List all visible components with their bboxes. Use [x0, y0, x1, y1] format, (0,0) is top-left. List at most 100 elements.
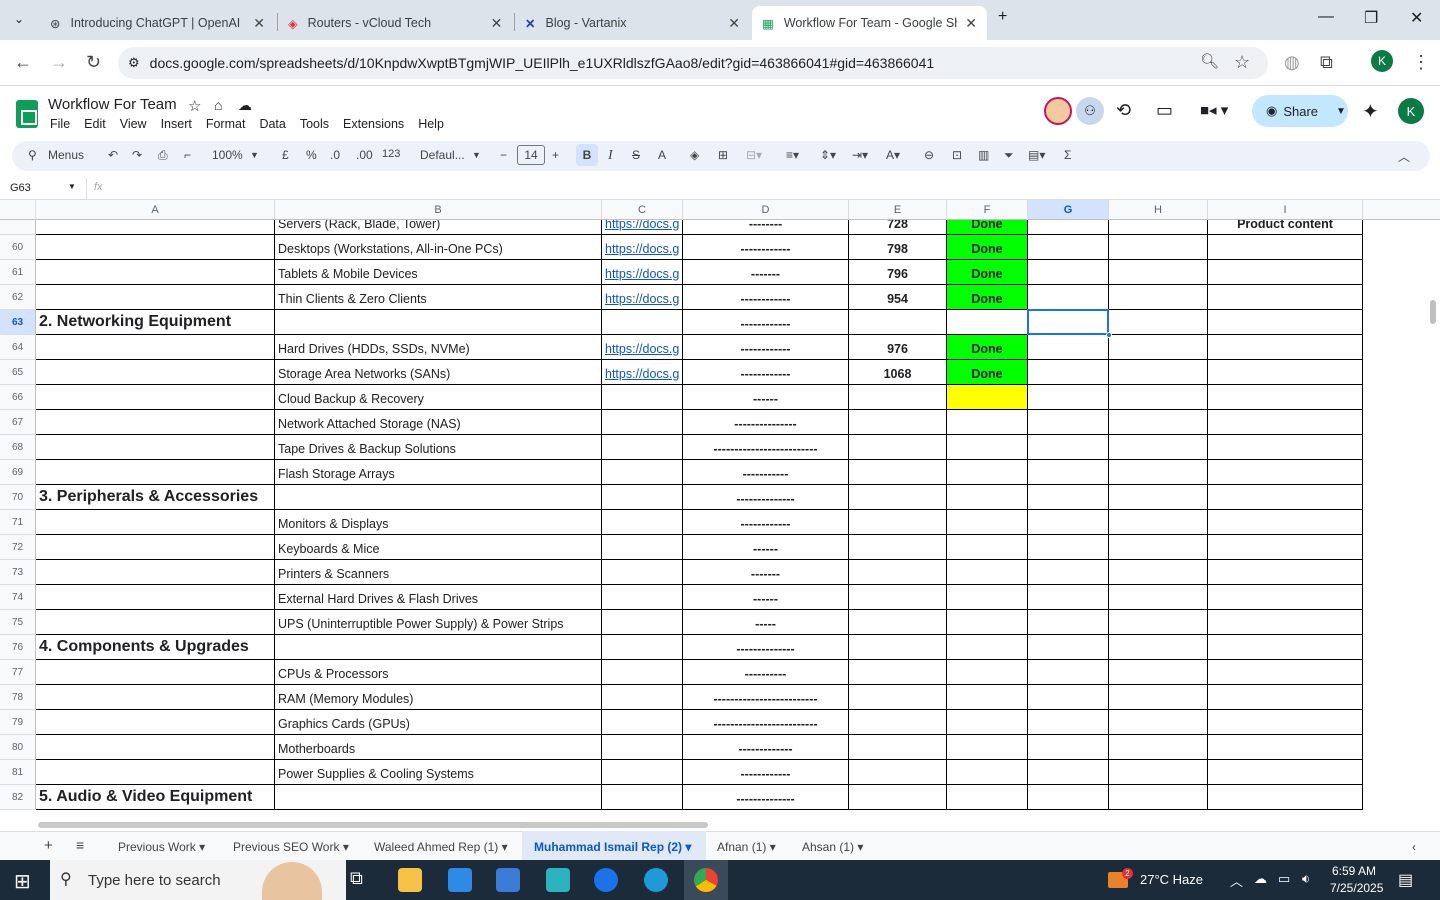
cell-i[interactable] — [1208, 760, 1363, 785]
cell-f[interactable] — [947, 735, 1028, 760]
cell-f[interactable] — [947, 660, 1028, 685]
cell-d[interactable]: -------- — [683, 220, 849, 235]
cell-g[interactable] — [1028, 360, 1109, 385]
cell-b[interactable]: UPS (Uninterruptible Power Supply) & Pow… — [275, 610, 602, 635]
sheet-tab[interactable]: Previous SEO Work ▾ — [233, 840, 349, 854]
cell-i[interactable] — [1208, 535, 1363, 560]
mail-icon[interactable] — [496, 868, 520, 892]
cell-b[interactable]: Motherboards — [275, 735, 602, 760]
taskbar-search-box[interactable]: ⚲ Type here to search — [50, 860, 346, 900]
menu-tools[interactable]: Tools — [300, 117, 329, 131]
collaborator-avatar[interactable] — [1044, 97, 1072, 125]
redo-icon[interactable]: ↷ — [132, 148, 142, 162]
cell-b[interactable] — [275, 485, 602, 510]
cell-a[interactable] — [36, 235, 275, 260]
close-tab-icon[interactable]: ✕ — [728, 15, 740, 32]
share-button[interactable]: ◉ Share ▼ — [1252, 95, 1348, 127]
cell-g[interactable] — [1028, 560, 1109, 585]
cell-c[interactable]: https://docs.g — [602, 235, 683, 260]
row-header[interactable]: 81 — [0, 760, 36, 785]
browser-profile-avatar[interactable]: K — [1371, 50, 1393, 72]
chevron-down-icon[interactable]: ▼ — [250, 150, 259, 160]
functions-icon[interactable]: Σ — [1064, 148, 1071, 162]
bold-button[interactable]: B — [576, 144, 598, 166]
cell-f[interactable] — [947, 560, 1028, 585]
cell-g[interactable] — [1028, 460, 1109, 485]
row-header[interactable]: 77 — [0, 660, 36, 685]
cell-f[interactable] — [947, 760, 1028, 785]
row-header[interactable]: 71 — [0, 510, 36, 535]
account-avatar[interactable]: K — [1398, 98, 1424, 124]
cell-i[interactable] — [1208, 335, 1363, 360]
row-header[interactable]: 64 — [0, 335, 36, 360]
cell-e[interactable] — [849, 560, 947, 585]
cell-a[interactable] — [36, 685, 275, 710]
row-header[interactable]: 70 — [0, 485, 36, 510]
back-icon[interactable]: ← — [14, 52, 32, 73]
cell-b[interactable]: Monitors & Displays — [275, 510, 602, 535]
cell-d[interactable]: ---------- — [683, 660, 849, 685]
chevron-down-icon[interactable]: ▼ — [68, 182, 76, 191]
reload-icon[interactable]: ↻ — [86, 52, 101, 73]
cell-e[interactable]: 954 — [849, 285, 947, 310]
cell-g[interactable] — [1028, 220, 1109, 235]
cell-i[interactable] — [1208, 635, 1363, 660]
increase-decimal-button[interactable]: .00 — [356, 148, 373, 162]
cell-g[interactable] — [1028, 585, 1109, 610]
cell-f[interactable]: Done — [947, 335, 1028, 360]
cell-d[interactable]: ----- — [683, 610, 849, 635]
cell-d[interactable]: ------------ — [683, 335, 849, 360]
cell-g[interactable] — [1028, 760, 1109, 785]
column-header[interactable]: A — [36, 200, 275, 220]
cell-g[interactable] — [1028, 235, 1109, 260]
menu-extensions[interactable]: Extensions — [343, 117, 404, 131]
cell-c[interactable] — [602, 660, 683, 685]
cell-g[interactable] — [1028, 635, 1109, 660]
cell-c[interactable] — [602, 385, 683, 410]
cell-d[interactable]: ------------ — [683, 360, 849, 385]
cell-f[interactable] — [947, 460, 1028, 485]
cell-h[interactable] — [1109, 335, 1208, 360]
cell-d[interactable]: ------------- — [683, 735, 849, 760]
cell-a[interactable] — [36, 560, 275, 585]
cell-d[interactable]: ------------------------- — [683, 710, 849, 735]
all-sheets-icon[interactable]: ≡ — [76, 837, 84, 853]
cell-h[interactable] — [1109, 785, 1208, 810]
network-icon[interactable]: ▭ — [1278, 871, 1290, 887]
cell-f[interactable]: Done — [947, 235, 1028, 260]
cell-i[interactable] — [1208, 285, 1363, 310]
cell-b[interactable]: Servers (Rack, Blade, Tower) — [275, 220, 602, 235]
column-header[interactable]: H — [1109, 200, 1208, 220]
column-header[interactable]: G — [1028, 200, 1109, 220]
document-title[interactable]: Workflow For Team — [48, 96, 177, 113]
cell-f[interactable]: Done — [947, 360, 1028, 385]
onedrive-icon[interactable]: ☁ — [1254, 871, 1267, 887]
cell-i[interactable] — [1208, 610, 1363, 635]
cell-d[interactable]: ------------ — [683, 310, 849, 335]
bookmark-star-icon[interactable]: ☆ — [1234, 52, 1250, 73]
cell-f[interactable] — [947, 610, 1028, 635]
cell-g[interactable] — [1028, 335, 1109, 360]
row-header[interactable]: 68 — [0, 435, 36, 460]
cell-f[interactable] — [947, 485, 1028, 510]
volume-icon[interactable]: 🔉︎ — [1302, 871, 1310, 887]
cell-a[interactable] — [36, 260, 275, 285]
chrome-icon[interactable] — [694, 868, 718, 892]
cell-a[interactable] — [36, 585, 275, 610]
cell-f[interactable] — [947, 385, 1028, 410]
row-header[interactable]: 75 — [0, 610, 36, 635]
font-size-input[interactable]: 14 — [517, 145, 545, 165]
cell-d[interactable]: ------------ — [683, 760, 849, 785]
cell-b[interactable]: Flash Storage Arrays — [275, 460, 602, 485]
cell-i[interactable] — [1208, 435, 1363, 460]
cell-i[interactable] — [1208, 260, 1363, 285]
strikethrough-button[interactable]: S — [632, 148, 640, 162]
row-header[interactable]: 78 — [0, 685, 36, 710]
share-dropdown-icon[interactable]: ▼ — [1336, 106, 1346, 117]
select-all-corner[interactable] — [0, 200, 36, 220]
row-header[interactable]: 65 — [0, 360, 36, 385]
insert-link-icon[interactable]: ⊖ — [924, 148, 934, 162]
cell-b[interactable]: Graphics Cards (GPUs) — [275, 710, 602, 735]
cell-h[interactable] — [1109, 760, 1208, 785]
cell-a[interactable] — [36, 285, 275, 310]
